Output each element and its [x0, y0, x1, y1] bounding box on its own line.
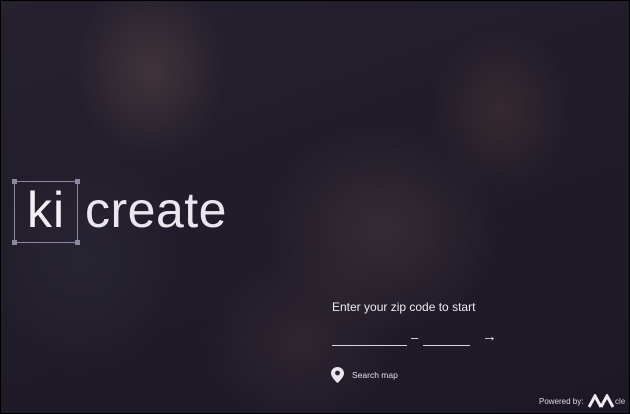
logo-create-text: create [85, 182, 227, 238]
zip-plus4-input[interactable] [423, 329, 470, 346]
logo-ki-text: ki [26, 182, 66, 238]
brand-logo-icon [588, 394, 615, 408]
zip-prompt: Enter your zip code to start [332, 300, 476, 314]
powered-by-label: Powered by: [539, 397, 584, 406]
map-pin-icon [331, 367, 344, 383]
brand-text: cle [615, 397, 626, 406]
search-map-label: Search map [352, 370, 398, 380]
zip-form: – → [332, 329, 502, 349]
zip-code-input[interactable] [332, 329, 407, 346]
submit-arrow-icon[interactable]: → [482, 329, 497, 345]
hero-background: ki create Enter your zip code to start –… [0, 0, 630, 414]
zip-dash: – [411, 330, 419, 345]
